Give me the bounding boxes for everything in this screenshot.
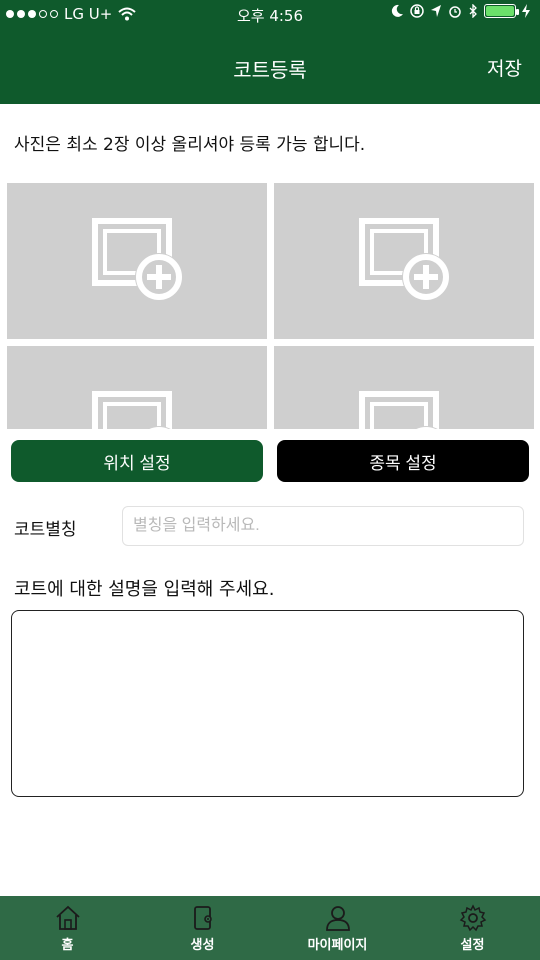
location-arrow-icon [431,5,441,17]
set-location-button[interactable]: 위치 설정 [11,440,263,482]
add-photo-icon [92,391,172,429]
bottom-tab-bar: 홈 생성 마이페이지 설정 [0,896,540,960]
tab-create-label: 생성 [190,937,215,953]
add-photo-icon [359,391,439,429]
tab-create[interactable]: 생성 [135,896,270,960]
status-bar: LG U+ 오후 4:56 [0,0,540,28]
bluetooth-icon [469,4,477,18]
tab-home-label: 홈 [61,937,74,953]
tab-mypage[interactable]: 마이페이지 [270,896,405,960]
top-bar: LG U+ 오후 4:56 코트등록 저장 [0,0,540,104]
charging-icon [522,4,530,18]
create-icon [193,905,212,930]
home-icon [55,905,80,930]
tab-home[interactable]: 홈 [0,896,135,960]
photo-slot-2[interactable] [274,183,534,339]
save-button[interactable]: 저장 [487,54,522,81]
photo-grid [0,183,540,429]
tab-settings[interactable]: 설정 [405,896,540,960]
tab-mypage-label: 마이페이지 [307,937,368,953]
photo-slot-3[interactable] [7,346,267,429]
settings-icon [459,903,486,931]
court-nickname-label: 코트별칭 [14,520,77,540]
mypage-icon [325,905,350,931]
status-right [390,4,530,18]
battery-icon [484,4,519,18]
photo-requirement-notice: 사진은 최소 2장 이상 올리셔야 등록 가능 합니다. [14,135,366,155]
page-title: 코트등록 [233,58,307,82]
add-photo-icon [92,218,183,301]
moon-icon [391,4,403,17]
battery-level [486,6,514,16]
photo-slot-1[interactable] [7,183,267,339]
court-description-textarea[interactable] [11,610,524,797]
court-nickname-input[interactable] [122,506,524,546]
court-description-label: 코트에 대한 설명을 입력해 주세요. [14,579,275,600]
photo-slot-4[interactable] [274,346,534,429]
alarm-icon [449,6,461,18]
tab-settings-label: 설정 [460,937,485,953]
nav-bar: 코트등록 저장 [0,30,540,104]
rotation-lock-icon [410,4,424,18]
add-photo-icon [359,218,450,301]
set-sport-button[interactable]: 종목 설정 [277,440,529,482]
